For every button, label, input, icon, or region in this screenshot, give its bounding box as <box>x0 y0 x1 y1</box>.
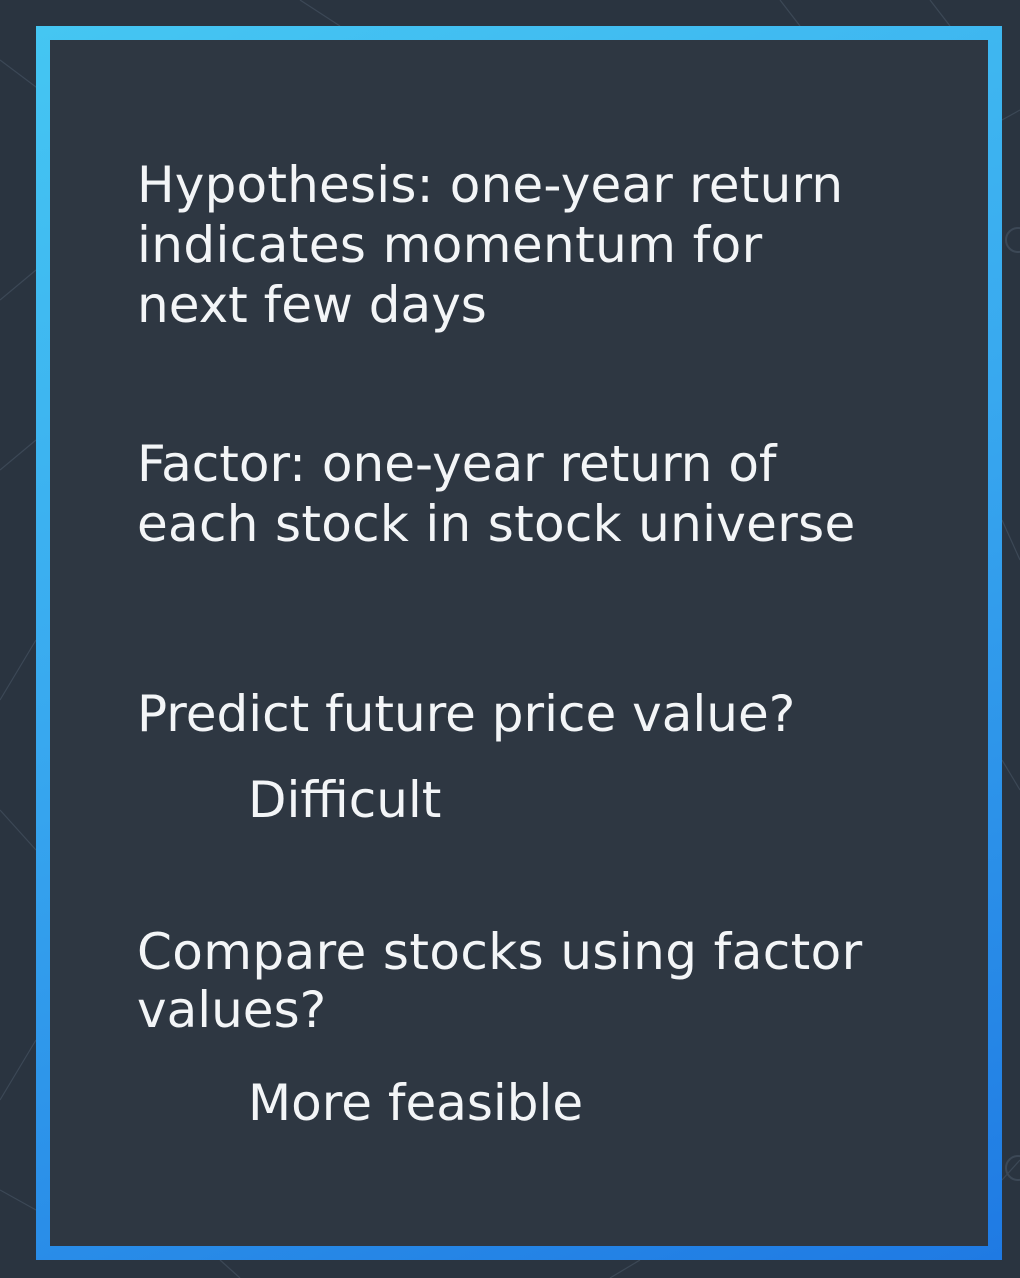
slide-frame: Hypothesis: one-year return indicates mo… <box>36 26 1002 1260</box>
hypothesis-line-2: indicates momentum for <box>137 216 763 274</box>
factor-line-2: each stock in stock universe <box>137 495 856 553</box>
slide-panel: Hypothesis: one-year return indicates mo… <box>50 40 988 1246</box>
compare-question-line-2: values? <box>137 981 327 1039</box>
predict-question: Predict future price value? <box>137 685 796 743</box>
factor-line-1: Factor: one-year return of <box>137 435 777 493</box>
hypothesis-line-3: next few days <box>137 276 487 334</box>
hypothesis-line-1: Hypothesis: one-year return <box>137 156 844 214</box>
compare-question-line-1: Compare stocks using factor <box>137 923 863 981</box>
predict-answer: Difficult <box>248 771 442 829</box>
compare-answer: More feasible <box>248 1074 584 1132</box>
